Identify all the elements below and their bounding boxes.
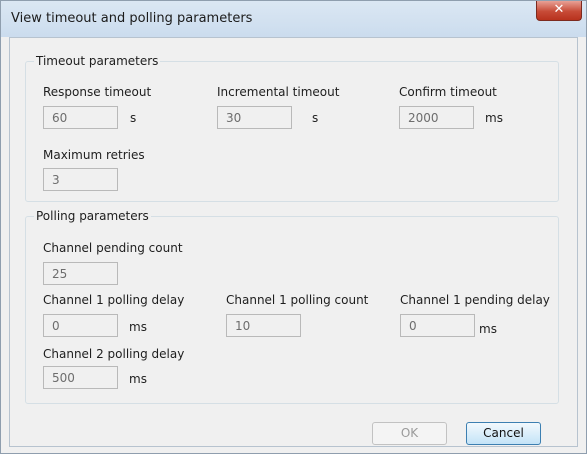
channel1-polling-delay-field[interactable]: 0 bbox=[43, 314, 118, 337]
channel1-polling-count-label: Channel 1 polling count bbox=[226, 293, 369, 307]
confirm-timeout-label: Confirm timeout bbox=[399, 85, 497, 99]
polling-parameters-group: Polling parameters Channel pending count… bbox=[25, 209, 559, 404]
maximum-retries-label: Maximum retries bbox=[43, 148, 145, 162]
dialog-body: Timeout parameters Response timeout 60 s… bbox=[9, 37, 578, 447]
incremental-timeout-label: Incremental timeout bbox=[217, 85, 340, 99]
channel-pending-count-field[interactable]: 25 bbox=[43, 262, 118, 285]
cancel-button[interactable]: Cancel bbox=[466, 422, 541, 445]
response-timeout-field[interactable]: 60 bbox=[43, 106, 118, 129]
channel1-polling-count-field[interactable]: 10 bbox=[226, 314, 301, 337]
ok-button[interactable]: OK bbox=[372, 422, 447, 445]
channel1-pending-delay-field[interactable]: 0 bbox=[400, 314, 475, 337]
channel-pending-count-label: Channel pending count bbox=[43, 241, 183, 255]
channel1-pending-delay-label: Channel 1 pending delay bbox=[400, 293, 550, 307]
timeout-parameters-group: Timeout parameters Response timeout 60 s… bbox=[25, 54, 559, 202]
channel2-polling-delay-field[interactable]: 500 bbox=[43, 366, 118, 389]
confirm-timeout-unit: ms bbox=[485, 111, 503, 125]
polling-group-title: Polling parameters bbox=[34, 209, 151, 223]
dialog-window: View timeout and polling parameters ✕ Ti… bbox=[0, 0, 587, 454]
title-bar[interactable]: View timeout and polling parameters ✕ bbox=[1, 1, 586, 37]
channel1-polling-delay-unit: ms bbox=[129, 320, 147, 334]
timeout-group-title: Timeout parameters bbox=[34, 54, 161, 68]
channel2-polling-delay-unit: ms bbox=[129, 372, 147, 386]
channel2-polling-delay-label: Channel 2 polling delay bbox=[43, 347, 185, 361]
incremental-timeout-unit: s bbox=[312, 111, 319, 125]
incremental-timeout-field[interactable]: 30 bbox=[217, 106, 292, 129]
channel1-polling-delay-label: Channel 1 polling delay bbox=[43, 293, 185, 307]
confirm-timeout-field[interactable]: 2000 bbox=[399, 106, 474, 129]
channel1-pending-delay-unit: ms bbox=[479, 322, 497, 336]
response-timeout-label: Response timeout bbox=[43, 85, 152, 99]
response-timeout-unit: s bbox=[130, 111, 137, 125]
maximum-retries-field[interactable]: 3 bbox=[43, 168, 118, 191]
close-icon: ✕ bbox=[553, 2, 565, 17]
window-title: View timeout and polling parameters bbox=[11, 11, 253, 26]
close-button[interactable]: ✕ bbox=[536, 1, 582, 21]
